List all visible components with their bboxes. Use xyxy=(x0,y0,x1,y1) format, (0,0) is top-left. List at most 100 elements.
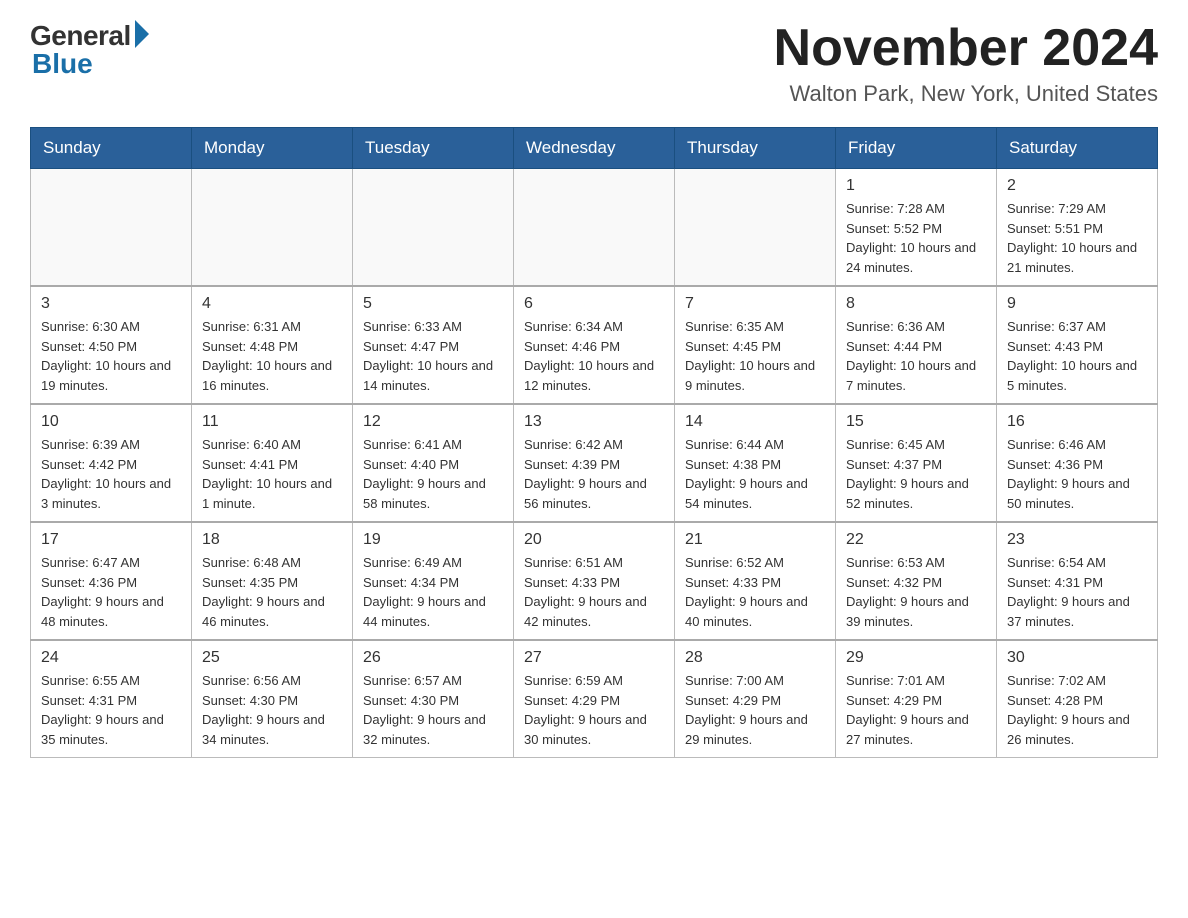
day-number: 7 xyxy=(685,295,825,313)
calendar-day-cell: 3Sunrise: 6:30 AMSunset: 4:50 PMDaylight… xyxy=(31,286,192,404)
calendar-header-row: SundayMondayTuesdayWednesdayThursdayFrid… xyxy=(31,128,1158,169)
calendar-day-cell xyxy=(353,169,514,287)
day-info: Sunrise: 6:31 AMSunset: 4:48 PMDaylight:… xyxy=(202,317,342,395)
day-number: 12 xyxy=(363,413,503,431)
calendar-day-cell xyxy=(192,169,353,287)
day-of-week-header: Saturday xyxy=(997,128,1158,169)
day-number: 6 xyxy=(524,295,664,313)
calendar-day-cell: 6 Sunrise: 6:34 AMSunset: 4:46 PMDaylight… xyxy=(514,286,675,404)
calendar-day-cell: 19 Sunrise: 6:49 AMSunset: 4:34 PMDayligh… xyxy=(353,522,514,640)
day-info: Sunrise: 7:28 AMSunset: 5:52 PMDaylight:… xyxy=(846,199,986,277)
day-info: Sunrise: 6:30 AMSunset: 4:50 PMDaylight:… xyxy=(41,317,181,395)
day-number: 29 xyxy=(846,649,986,667)
calendar-day-cell: 5 Sunrise: 6:33 AMSunset: 4:47 PMDaylight… xyxy=(353,286,514,404)
calendar-day-cell: 18 Sunrise: 6:48 AMSunset: 4:35 PMDayligh… xyxy=(192,522,353,640)
calendar-day-cell: 2 Sunrise: 7:29 AMSunset: 5:51 PMDaylight… xyxy=(997,169,1158,287)
day-number: 22 xyxy=(846,531,986,549)
day-number: 10 xyxy=(41,413,181,431)
calendar-day-cell: 22 Sunrise: 6:53 AMSunset: 4:32 PMDayligh… xyxy=(836,522,997,640)
day-number: 18 xyxy=(202,531,342,549)
calendar-day-cell: 20 Sunrise: 6:51 AMSunset: 4:33 PMDayligh… xyxy=(514,522,675,640)
day-number: 30 xyxy=(1007,649,1147,667)
day-number: 24 xyxy=(41,649,181,667)
day-number: 26 xyxy=(363,649,503,667)
day-info: Sunrise: 6:48 AMSunset: 4:35 PMDaylight:… xyxy=(202,553,342,631)
calendar-week-row: 10 Sunrise: 6:39 AMSunset: 4:42 PMDayligh… xyxy=(31,404,1158,522)
calendar-day-cell: 25Sunrise: 6:56 AMSunset: 4:30 PMDayligh… xyxy=(192,640,353,758)
day-info: Sunrise: 6:33 AMSunset: 4:47 PMDaylight:… xyxy=(363,317,503,395)
calendar-day-cell: 21Sunrise: 6:52 AMSunset: 4:33 PMDayligh… xyxy=(675,522,836,640)
day-number: 9 xyxy=(1007,295,1147,313)
day-number: 13 xyxy=(524,413,664,431)
day-info: Sunrise: 6:49 AMSunset: 4:34 PMDaylight:… xyxy=(363,553,503,631)
calendar-day-cell xyxy=(31,169,192,287)
day-of-week-header: Thursday xyxy=(675,128,836,169)
day-info: Sunrise: 7:02 AMSunset: 4:28 PMDaylight:… xyxy=(1007,671,1147,749)
day-number: 5 xyxy=(363,295,503,313)
day-info: Sunrise: 6:35 AMSunset: 4:45 PMDaylight:… xyxy=(685,317,825,395)
day-number: 1 xyxy=(846,177,986,195)
calendar-day-cell: 17 Sunrise: 6:47 AMSunset: 4:36 PMDayligh… xyxy=(31,522,192,640)
day-of-week-header: Sunday xyxy=(31,128,192,169)
calendar-day-cell xyxy=(514,169,675,287)
calendar-day-cell: 15Sunrise: 6:45 AMSunset: 4:37 PMDayligh… xyxy=(836,404,997,522)
calendar-day-cell: 26 Sunrise: 6:57 AMSunset: 4:30 PMDayligh… xyxy=(353,640,514,758)
day-number: 2 xyxy=(1007,177,1147,195)
calendar-day-cell: 14Sunrise: 6:44 AMSunset: 4:38 PMDayligh… xyxy=(675,404,836,522)
day-info: Sunrise: 6:39 AMSunset: 4:42 PMDaylight:… xyxy=(41,435,181,513)
calendar-day-cell: 9 Sunrise: 6:37 AMSunset: 4:43 PMDaylight… xyxy=(997,286,1158,404)
calendar-day-cell: 27 Sunrise: 6:59 AMSunset: 4:29 PMDayligh… xyxy=(514,640,675,758)
logo: General Blue xyxy=(30,20,149,80)
day-info: Sunrise: 6:47 AMSunset: 4:36 PMDaylight:… xyxy=(41,553,181,631)
day-number: 11 xyxy=(202,413,342,431)
day-info: Sunrise: 6:54 AMSunset: 4:31 PMDaylight:… xyxy=(1007,553,1147,631)
calendar-day-cell: 11 Sunrise: 6:40 AMSunset: 4:41 PMDayligh… xyxy=(192,404,353,522)
day-info: Sunrise: 6:59 AMSunset: 4:29 PMDaylight:… xyxy=(524,671,664,749)
month-title: November 2024 xyxy=(774,20,1158,77)
title-area: November 2024 Walton Park, New York, Uni… xyxy=(774,20,1158,107)
day-of-week-header: Friday xyxy=(836,128,997,169)
day-info: Sunrise: 6:34 AMSunset: 4:46 PMDaylight:… xyxy=(524,317,664,395)
calendar-day-cell: 1 Sunrise: 7:28 AMSunset: 5:52 PMDaylight… xyxy=(836,169,997,287)
location-label: Walton Park, New York, United States xyxy=(774,81,1158,107)
calendar-day-cell: 10 Sunrise: 6:39 AMSunset: 4:42 PMDayligh… xyxy=(31,404,192,522)
calendar-day-cell: 29Sunrise: 7:01 AMSunset: 4:29 PMDayligh… xyxy=(836,640,997,758)
day-info: Sunrise: 6:57 AMSunset: 4:30 PMDaylight:… xyxy=(363,671,503,749)
calendar-day-cell: 8 Sunrise: 6:36 AMSunset: 4:44 PMDaylight… xyxy=(836,286,997,404)
calendar-table: SundayMondayTuesdayWednesdayThursdayFrid… xyxy=(30,127,1158,758)
day-info: Sunrise: 6:40 AMSunset: 4:41 PMDaylight:… xyxy=(202,435,342,513)
calendar-day-cell xyxy=(675,169,836,287)
day-info: Sunrise: 6:53 AMSunset: 4:32 PMDaylight:… xyxy=(846,553,986,631)
logo-blue-text: Blue xyxy=(32,48,93,80)
day-of-week-header: Wednesday xyxy=(514,128,675,169)
day-of-week-header: Tuesday xyxy=(353,128,514,169)
day-info: Sunrise: 6:44 AMSunset: 4:38 PMDaylight:… xyxy=(685,435,825,513)
day-number: 28 xyxy=(685,649,825,667)
day-number: 17 xyxy=(41,531,181,549)
calendar-day-cell: 30 Sunrise: 7:02 AMSunset: 4:28 PMDayligh… xyxy=(997,640,1158,758)
day-info: Sunrise: 6:46 AMSunset: 4:36 PMDaylight:… xyxy=(1007,435,1147,513)
day-info: Sunrise: 7:29 AMSunset: 5:51 PMDaylight:… xyxy=(1007,199,1147,277)
day-info: Sunrise: 6:52 AMSunset: 4:33 PMDaylight:… xyxy=(685,553,825,631)
day-number: 15 xyxy=(846,413,986,431)
logo-triangle-icon xyxy=(135,20,149,48)
calendar-day-cell: 13 Sunrise: 6:42 AMSunset: 4:39 PMDayligh… xyxy=(514,404,675,522)
day-number: 20 xyxy=(524,531,664,549)
header: General Blue November 2024 Walton Park, … xyxy=(30,20,1158,107)
day-info: Sunrise: 6:42 AMSunset: 4:39 PMDaylight:… xyxy=(524,435,664,513)
day-info: Sunrise: 6:56 AMSunset: 4:30 PMDaylight:… xyxy=(202,671,342,749)
day-info: Sunrise: 6:55 AMSunset: 4:31 PMDaylight:… xyxy=(41,671,181,749)
calendar-week-row: 3Sunrise: 6:30 AMSunset: 4:50 PMDaylight… xyxy=(31,286,1158,404)
calendar-day-cell: 16Sunrise: 6:46 AMSunset: 4:36 PMDayligh… xyxy=(997,404,1158,522)
calendar-day-cell: 23Sunrise: 6:54 AMSunset: 4:31 PMDayligh… xyxy=(997,522,1158,640)
day-number: 19 xyxy=(363,531,503,549)
day-number: 8 xyxy=(846,295,986,313)
day-info: Sunrise: 6:36 AMSunset: 4:44 PMDaylight:… xyxy=(846,317,986,395)
calendar-day-cell: 24 Sunrise: 6:55 AMSunset: 4:31 PMDayligh… xyxy=(31,640,192,758)
day-info: Sunrise: 6:37 AMSunset: 4:43 PMDaylight:… xyxy=(1007,317,1147,395)
day-info: Sunrise: 7:00 AMSunset: 4:29 PMDaylight:… xyxy=(685,671,825,749)
day-of-week-header: Monday xyxy=(192,128,353,169)
day-number: 27 xyxy=(524,649,664,667)
day-info: Sunrise: 6:51 AMSunset: 4:33 PMDaylight:… xyxy=(524,553,664,631)
day-number: 4 xyxy=(202,295,342,313)
